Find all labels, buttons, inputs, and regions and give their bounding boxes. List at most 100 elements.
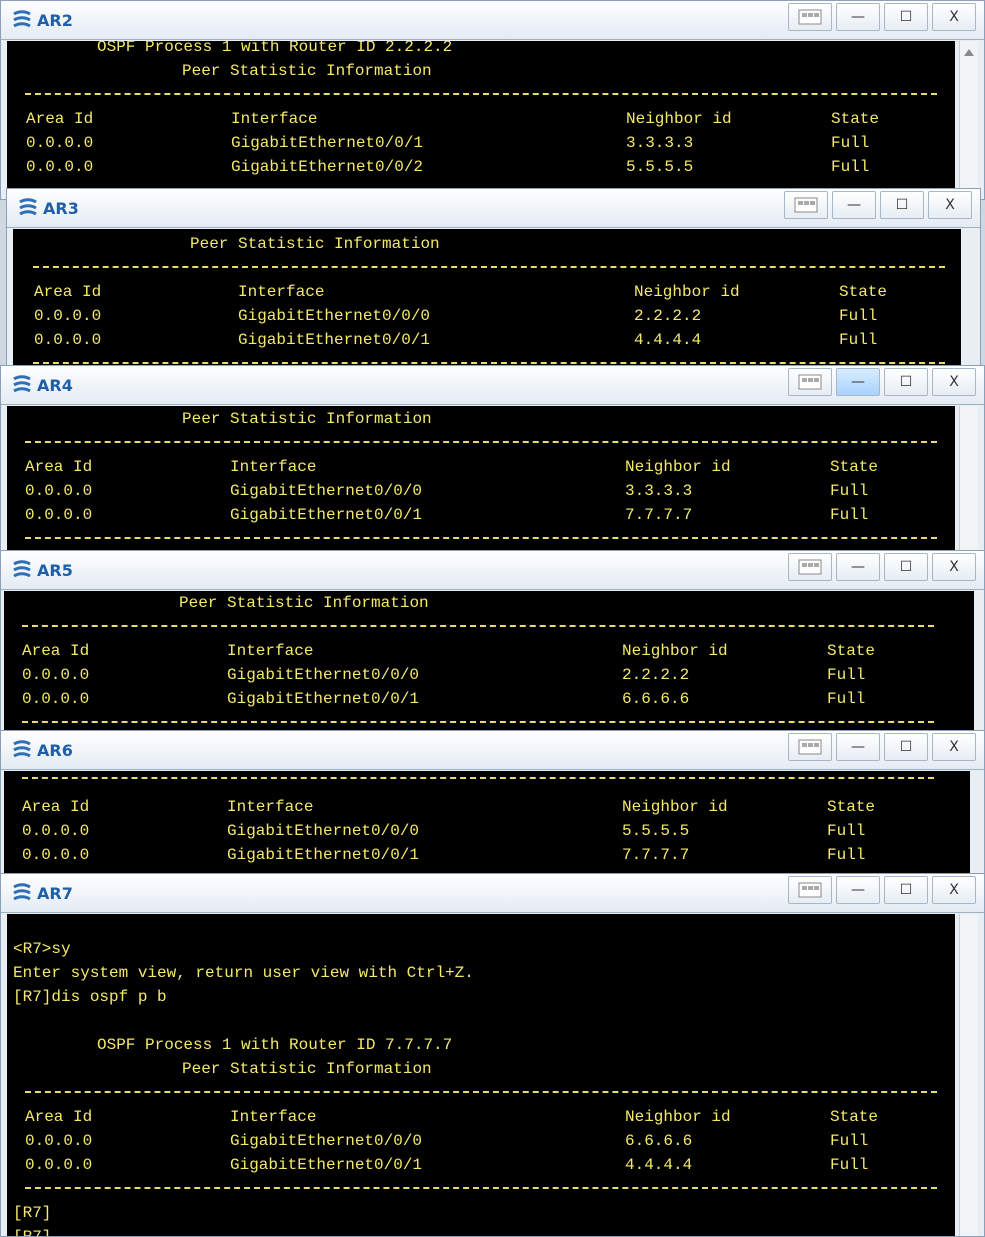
window-controls: — ☐ X	[784, 553, 976, 581]
process-line: OSPF Process 1 with Router ID 2.2.2.2	[97, 41, 453, 56]
dashed-divider	[25, 441, 937, 443]
window-title-text: AR4	[37, 375, 73, 395]
close-button[interactable]: X	[932, 733, 976, 761]
restore-icon	[798, 9, 822, 25]
minimize-button[interactable]: —	[836, 876, 880, 904]
minimize-button[interactable]: —	[832, 191, 876, 219]
cell-interface: GigabitEthernet0/0/0	[227, 666, 420, 684]
header-neighbor-id: Neighbor id	[622, 642, 728, 660]
header-area-id: Area Id	[25, 1108, 93, 1126]
cell-neighbor-id: 4.4.4.4	[634, 331, 702, 349]
cell-interface: GigabitEthernet0/0/1	[238, 331, 431, 349]
terminal-output[interactable]: Area Id Interface Neighbor id State 0.0.…	[4, 771, 970, 874]
restore-layout-button[interactable]	[788, 553, 832, 581]
cell-neighbor-id: 4.4.4.4	[625, 1156, 693, 1174]
cell-interface: GigabitEthernet0/0/1	[227, 690, 420, 708]
dashed-divider	[33, 362, 945, 364]
titlebar-ar3[interactable]: AR3 — ☐ X	[7, 189, 980, 228]
close-button[interactable]: X	[928, 191, 972, 219]
router-icon	[13, 740, 31, 758]
scrollbar[interactable]	[959, 41, 978, 199]
restore-layout-button[interactable]	[788, 876, 832, 904]
cell-area-id: 0.0.0.0	[25, 482, 93, 500]
cell-interface: GigabitEthernet0/0/1	[227, 846, 420, 864]
cell-state: Full	[827, 822, 866, 840]
cell-area-id: 0.0.0.0	[25, 1132, 93, 1150]
restore-icon	[794, 197, 818, 213]
header-neighbor-id: Neighbor id	[634, 283, 740, 301]
minimize-button[interactable]: —	[836, 733, 880, 761]
window-ar6[interactable]: AR6 — ☐ X Area Id Interface Neighbor id …	[0, 730, 985, 875]
titlebar-ar6[interactable]: AR6 — ☐ X	[1, 731, 984, 770]
router-icon	[13, 375, 31, 393]
window-ar5[interactable]: AR5 — ☐ X Peer Statistic Information Are…	[0, 550, 985, 735]
restore-layout-button[interactable]	[788, 368, 832, 396]
cell-state: Full	[831, 134, 870, 152]
window-ar4[interactable]: AR4 — ☐ X Peer Statistic Information Are…	[0, 365, 985, 555]
window-controls: — ☐ X	[784, 876, 976, 904]
restore-icon	[798, 374, 822, 390]
header-neighbor-id: Neighbor id	[622, 798, 728, 816]
minimize-button[interactable]: —	[836, 3, 880, 31]
scrollbar[interactable]	[959, 914, 978, 1236]
cell-area-id: 0.0.0.0	[22, 846, 90, 864]
header-area-id: Area Id	[25, 458, 93, 476]
close-button[interactable]: X	[932, 368, 976, 396]
cell-interface: GigabitEthernet0/0/0	[230, 482, 423, 500]
titlebar-ar5[interactable]: AR5 — ☐ X	[1, 551, 984, 590]
window-ar7[interactable]: AR7 — ☐ X <R7>sy Enter system view, retu…	[0, 873, 985, 1237]
window-ar3[interactable]: AR3 — ☐ X Peer Statistic Information Are…	[6, 188, 981, 368]
cell-area-id: 0.0.0.0	[34, 307, 102, 325]
cell-area-id: 0.0.0.0	[22, 690, 90, 708]
window-title: AR5	[11, 559, 73, 581]
maximize-button[interactable]: ☐	[884, 3, 928, 31]
maximize-button[interactable]: ☐	[884, 733, 928, 761]
cell-state: Full	[839, 307, 878, 325]
cell-interface: GigabitEthernet0/0/0	[238, 307, 431, 325]
close-button[interactable]: X	[932, 553, 976, 581]
maximize-button[interactable]: ☐	[884, 368, 928, 396]
header-interface: Interface	[231, 110, 318, 128]
cell-neighbor-id: 5.5.5.5	[622, 822, 690, 840]
peer-title: Peer Statistic Information	[182, 62, 432, 80]
router-icon	[13, 883, 31, 901]
terminal-output[interactable]: Peer Statistic Information Area Id Inter…	[7, 406, 955, 554]
window-controls: — ☐ X	[784, 368, 976, 396]
cell-area-id: 0.0.0.0	[25, 506, 93, 524]
restore-layout-button[interactable]	[784, 191, 828, 219]
maximize-button[interactable]: ☐	[880, 191, 924, 219]
terminal-output[interactable]: <R7>sy Enter system view, return user vi…	[7, 914, 955, 1236]
terminal-output[interactable]: Peer Statistic Information Area Id Inter…	[4, 591, 974, 734]
scrollbar[interactable]	[959, 406, 978, 554]
peer-title: Peer Statistic Information	[179, 594, 429, 612]
restore-layout-button[interactable]	[788, 733, 832, 761]
titlebar-ar7[interactable]: AR7 — ☐ X	[1, 874, 984, 913]
restore-icon	[798, 739, 822, 755]
maximize-button[interactable]: ☐	[884, 876, 928, 904]
cell-neighbor-id: 7.7.7.7	[622, 846, 690, 864]
titlebar-ar4[interactable]: AR4 — ☐ X	[1, 366, 984, 405]
close-button[interactable]: X	[932, 3, 976, 31]
dashed-divider	[33, 266, 945, 268]
window-title-text: AR2	[37, 10, 73, 30]
terminal-output[interactable]: OSPF Process 1 with Router ID 2.2.2.2 Pe…	[7, 41, 955, 199]
maximize-button[interactable]: ☐	[884, 553, 928, 581]
restore-icon	[798, 559, 822, 575]
cell-interface: GigabitEthernet0/0/0	[227, 822, 420, 840]
window-title: AR7	[11, 882, 73, 904]
minimize-button[interactable]: —	[836, 553, 880, 581]
cell-state: Full	[839, 331, 878, 349]
cell-area-id: 0.0.0.0	[25, 1156, 93, 1174]
header-neighbor-id: Neighbor id	[625, 458, 731, 476]
header-interface: Interface	[227, 798, 314, 816]
titlebar-ar2[interactable]: AR2 — ☐ X	[1, 1, 984, 40]
restore-layout-button[interactable]	[788, 3, 832, 31]
terminal-output[interactable]: Peer Statistic Information Area Id Inter…	[13, 229, 961, 367]
minimize-button[interactable]: —	[836, 368, 880, 396]
header-area-id: Area Id	[26, 110, 94, 128]
window-ar2[interactable]: AR2 — ☐ X OSPF Process 1 with Router ID …	[0, 0, 985, 200]
dashed-divider	[25, 1091, 937, 1093]
close-button[interactable]: X	[932, 876, 976, 904]
cell-state: Full	[830, 482, 869, 500]
scroll-up-icon[interactable]	[964, 49, 974, 56]
